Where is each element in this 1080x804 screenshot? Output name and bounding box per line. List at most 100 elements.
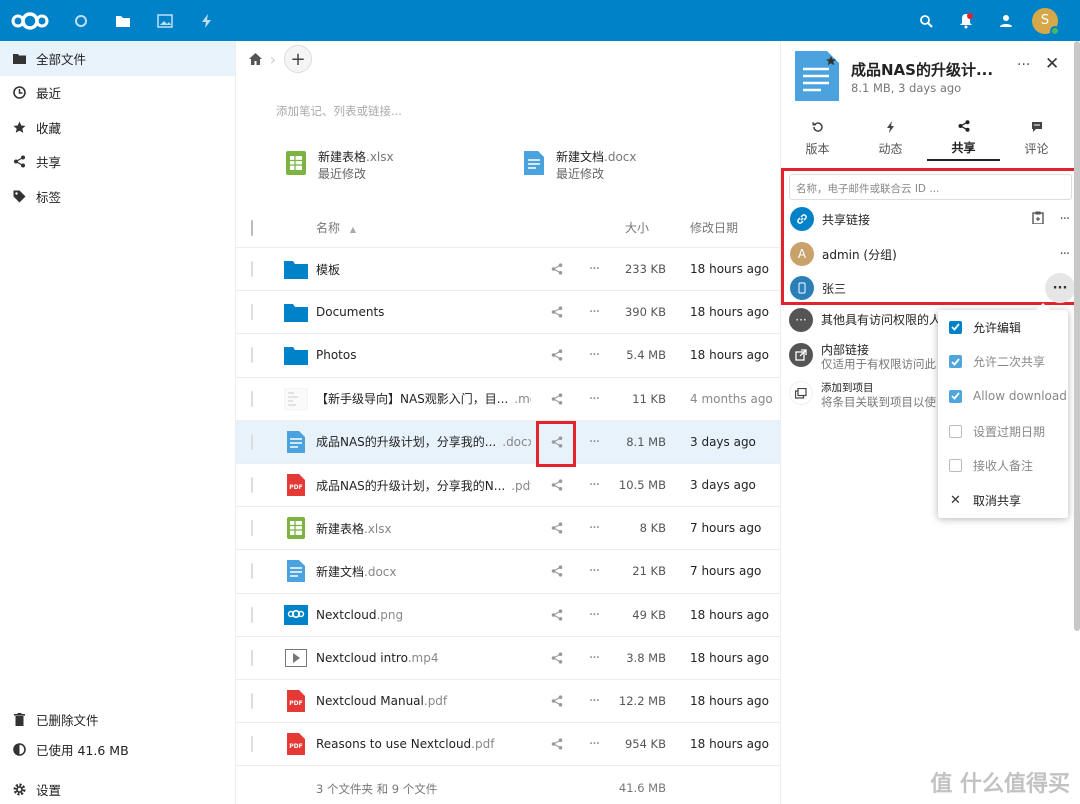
notifications-bell-icon[interactable] xyxy=(946,0,986,41)
activity-icon[interactable] xyxy=(186,0,228,41)
nav-item-tags[interactable]: 标签 xyxy=(0,179,235,214)
home-icon[interactable] xyxy=(246,53,264,65)
file-name[interactable]: Nextcloud intro.mp4 xyxy=(316,651,531,665)
row-checkbox[interactable] xyxy=(251,261,253,278)
row-checkbox[interactable] xyxy=(251,563,253,580)
permission-menu-item[interactable]: Allow download xyxy=(938,379,1068,414)
row-checkbox[interactable] xyxy=(251,304,253,321)
share-link-more-icon[interactable]: ··· xyxy=(1060,212,1070,227)
file-name[interactable]: 新建文档.docx xyxy=(316,563,531,580)
clipboard-icon[interactable] xyxy=(1031,211,1044,227)
row-more-icon[interactable]: ··· xyxy=(586,391,602,407)
new-file-button[interactable]: + xyxy=(284,45,312,73)
user-more-button[interactable]: ··· xyxy=(1045,273,1075,303)
file-row[interactable]: 【新手级导向】NAS观影入门，目....md ··· 11 KB 4 months a… xyxy=(236,378,780,421)
close-icon[interactable]: ✕ xyxy=(1045,54,1059,74)
nav-item-favorites[interactable]: 收藏 xyxy=(0,110,235,145)
share-link-row[interactable]: 共享链接 ··· xyxy=(790,204,1075,234)
file-name[interactable]: 成品NAS的升级计划，分享我的....docx xyxy=(316,433,531,450)
share-icon[interactable] xyxy=(549,738,565,750)
file-name[interactable]: 模板 xyxy=(316,261,531,278)
file-row[interactable]: PDF Reasons to use Nextcloud.pdf ··· 954 KB… xyxy=(236,723,780,767)
search-icon[interactable] xyxy=(906,0,946,41)
file-row[interactable]: Documents ··· 390 KB 18 hours ago xyxy=(236,291,780,335)
row-checkbox[interactable] xyxy=(251,520,253,537)
file-name[interactable]: Nextcloud Manual.pdf xyxy=(316,694,531,708)
file-name[interactable]: 【新手级导向】NAS观影入门，目....md xyxy=(316,390,531,407)
row-more-icon[interactable]: ··· xyxy=(586,520,602,536)
file-row[interactable]: PDF 成品NAS的升级计划，分享我的N....pdf ··· 10.5 MB 3 da… xyxy=(236,464,780,508)
file-name[interactable]: Reasons to use Nextcloud.pdf xyxy=(316,737,531,751)
row-more-icon[interactable]: ··· xyxy=(586,477,602,493)
tab-versions[interactable]: 版本 xyxy=(781,117,854,161)
file-name[interactable]: Documents xyxy=(316,305,531,319)
row-checkbox[interactable] xyxy=(251,649,253,666)
tab-comments[interactable]: 评论 xyxy=(1000,117,1073,161)
nav-item-shares[interactable]: 共享 xyxy=(0,145,235,180)
file-row[interactable]: PDF Nextcloud Manual.pdf ··· 12.2 MB 18 hour… xyxy=(236,680,780,724)
row-checkbox[interactable] xyxy=(251,606,253,623)
row-checkbox[interactable] xyxy=(251,736,253,753)
row-checkbox[interactable] xyxy=(251,692,253,709)
share-search-input[interactable]: 名称，电子邮件或联合云 ID ... xyxy=(789,174,1072,200)
row-more-icon[interactable]: ··· xyxy=(586,650,602,666)
row-more-icon[interactable]: ··· xyxy=(586,736,602,752)
file-row[interactable]: 模板 ··· 233 KB 18 hours ago xyxy=(236,248,780,292)
file-name[interactable]: 新建表格.xlsx xyxy=(316,520,531,537)
file-name[interactable]: Photos xyxy=(316,348,531,362)
recent-item-xlsx[interactable]: 新建表格.xlsx 最近修改 xyxy=(286,149,394,183)
column-name[interactable]: 名称 ▲ xyxy=(316,219,356,236)
recent-item-docx[interactable]: 新建文档.docx 最近修改 xyxy=(524,149,637,183)
column-size[interactable]: 大小 xyxy=(625,219,649,236)
row-more-icon[interactable]: ··· xyxy=(586,347,602,363)
share-icon[interactable] xyxy=(549,263,565,275)
nav-item-all-files[interactable]: 全部文件 xyxy=(0,41,235,76)
permission-menu-item[interactable]: 接收人备注 xyxy=(938,448,1068,483)
row-checkbox[interactable] xyxy=(251,477,253,494)
file-row[interactable]: 新建文档.docx ··· 21 KB 7 hours ago xyxy=(236,550,780,594)
share-icon[interactable] xyxy=(549,695,565,707)
row-more-icon[interactable]: ··· xyxy=(586,693,602,709)
share-icon[interactable] xyxy=(549,652,565,664)
file-row[interactable]: Nextcloud intro.mp4 ··· 3.8 MB 18 hours ago xyxy=(236,637,780,680)
permission-menu-item[interactable]: 允许编辑 xyxy=(938,310,1068,345)
file-name[interactable]: Nextcloud.png xyxy=(316,608,531,622)
file-name[interactable]: 成品NAS的升级计划，分享我的N....pdf xyxy=(316,477,531,494)
share-icon[interactable] xyxy=(549,479,565,491)
row-more-icon[interactable]: ··· xyxy=(586,261,602,277)
rich-workspace-notes[interactable]: 添加笔记、列表或链接... xyxy=(276,103,780,133)
permission-menu-item[interactable]: 允许二次共享 xyxy=(938,345,1068,380)
share-icon[interactable] xyxy=(549,349,565,362)
share-icon[interactable] xyxy=(549,306,565,318)
admin-more-icon[interactable]: ··· xyxy=(1060,247,1070,262)
contacts-icon[interactable] xyxy=(986,0,1026,41)
permission-menu-item[interactable]: ✕ 取消共享 xyxy=(938,483,1068,518)
row-checkbox[interactable] xyxy=(251,433,253,450)
file-row[interactable]: 新建表格.xlsx ··· 8 KB 7 hours ago xyxy=(236,507,780,551)
page-scrollbar[interactable] xyxy=(1074,41,1080,631)
file-row[interactable]: Photos ··· 5.4 MB 18 hours ago xyxy=(236,334,780,378)
row-more-icon[interactable]: ··· xyxy=(586,607,602,623)
tab-activity[interactable]: 动态 xyxy=(854,117,927,161)
photos-icon[interactable] xyxy=(144,0,186,41)
share-icon[interactable] xyxy=(549,565,565,578)
row-more-icon[interactable]: ··· xyxy=(586,563,602,579)
nextcloud-logo-icon[interactable] xyxy=(10,0,60,41)
sidebar-more-icon[interactable]: ··· xyxy=(1017,57,1030,73)
row-checkbox[interactable] xyxy=(251,390,253,407)
files-icon[interactable] xyxy=(102,0,144,41)
share-icon[interactable] xyxy=(549,393,565,405)
select-all-checkbox[interactable] xyxy=(251,219,253,236)
permission-menu-item[interactable]: 设置过期日期 xyxy=(938,414,1068,449)
user-avatar[interactable]: S xyxy=(1032,7,1060,36)
share-icon[interactable] xyxy=(549,608,565,621)
tab-sharing[interactable]: 共享 xyxy=(927,117,1000,161)
row-checkbox[interactable] xyxy=(251,347,253,364)
column-modified[interactable]: 修改日期 xyxy=(690,219,738,236)
nav-item-recent[interactable]: 最近 xyxy=(0,76,235,111)
file-row[interactable]: Nextcloud.png ··· 49 KB 18 hours ago xyxy=(236,594,780,637)
row-more-icon[interactable]: ··· xyxy=(586,304,602,320)
nav-item-settings[interactable]: 设置 xyxy=(0,774,236,804)
share-icon[interactable] xyxy=(549,522,565,534)
dashboard-icon[interactable] xyxy=(60,0,102,41)
